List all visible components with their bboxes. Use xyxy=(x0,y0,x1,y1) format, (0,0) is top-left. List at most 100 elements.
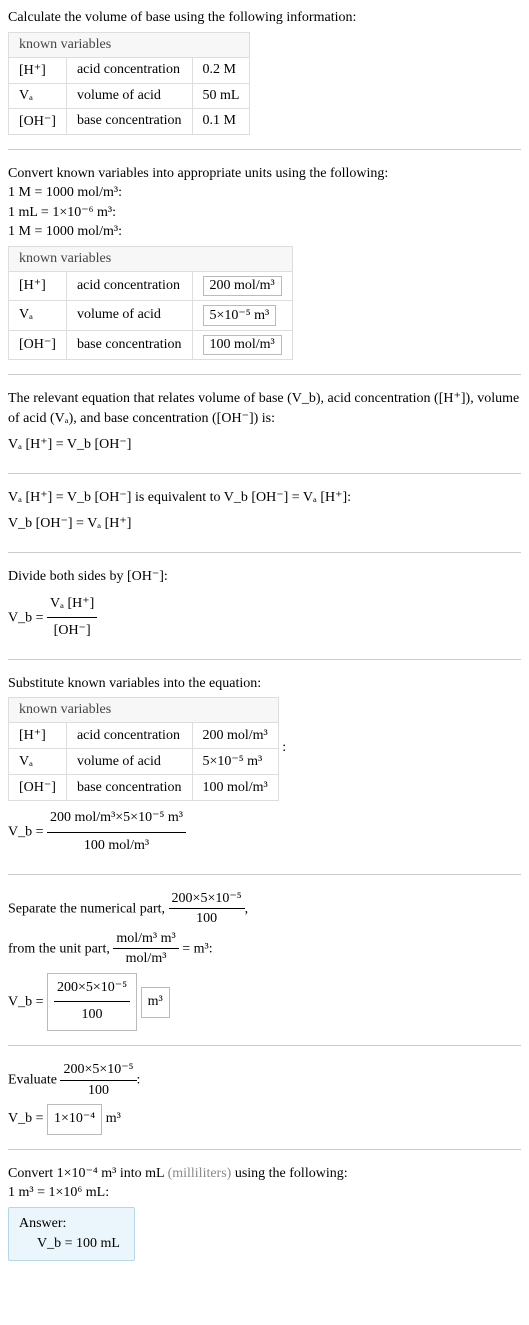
evaluate-eq: V_b = 1×10⁻⁴ m³ xyxy=(8,1104,521,1135)
fraction: 200×5×10⁻⁵100 xyxy=(54,975,130,1029)
table-row: [OH⁻] base concentration 100 mol/m³ xyxy=(9,775,279,801)
table-row: [H⁺] acid concentration 200 mol/m³ xyxy=(9,271,293,300)
boxed-value: 1×10⁻⁴ xyxy=(47,1104,102,1135)
sep-text-1: Separate the numerical part, xyxy=(8,901,169,916)
val-cell: 5×10⁻⁵ m³ xyxy=(192,749,278,775)
equiv-eq: V_b [OH⁻] = Vₐ [H⁺] xyxy=(8,511,521,538)
fraction: 200×5×10⁻⁵100 xyxy=(169,889,245,929)
conv-final-1b: (milliliters) xyxy=(168,1166,232,1181)
sym-cell: [H⁺] xyxy=(9,271,67,300)
val-cell: 200 mol/m³ xyxy=(192,723,278,749)
sym-cell: [OH⁻] xyxy=(9,108,67,134)
denominator: 100 xyxy=(54,1002,130,1029)
final-convert-text: Convert 1×10⁻⁴ m³ into mL (milliliters) … xyxy=(8,1164,521,1184)
fraction: 200 mol/m³×5×10⁻⁵ m³100 mol/m³ xyxy=(47,805,186,859)
desc-cell: acid concentration xyxy=(66,723,192,749)
boxed-fraction: 200×5×10⁻⁵100 xyxy=(47,973,137,1031)
table-header: known variables xyxy=(9,246,293,271)
eq-unit: m³ xyxy=(102,1111,121,1126)
sym-cell: [H⁺] xyxy=(9,723,67,749)
eq-lhs: V_b = xyxy=(8,994,47,1009)
numerator: Vₐ [H⁺] xyxy=(47,591,97,619)
final-convert-line: 1 m³ = 1×10⁶ mL: xyxy=(8,1183,521,1203)
desc-cell: base concentration xyxy=(66,108,192,134)
separate-text: Separate the numerical part, 200×5×10⁻⁵1… xyxy=(8,889,521,969)
numerator: mol/m³ m³ xyxy=(113,929,178,950)
val-cell: 50 mL xyxy=(192,83,250,108)
val-cell: 0.1 M xyxy=(192,108,250,134)
conv-line: 1 mL = 1×10⁻⁶ m³: xyxy=(8,203,521,223)
unit-eq-text: = m³: xyxy=(179,941,213,956)
relevant-eq: Vₐ [H⁺] = V_b [OH⁻] xyxy=(8,432,521,459)
val-cell: 100 mol/m³ xyxy=(192,775,278,801)
val-cell: 5×10⁻⁵ m³ xyxy=(192,300,292,330)
relevant-eq-text: The relevant equation that relates volum… xyxy=(8,389,521,428)
answer-value: V_b = 100 mL xyxy=(19,1236,120,1252)
desc-cell: base concentration xyxy=(66,330,192,359)
eq-lhs: V_b = xyxy=(8,610,47,625)
desc-cell: volume of acid xyxy=(66,83,192,108)
table-row: [H⁺] acid concentration 0.2 M xyxy=(9,57,250,83)
numerator: 200×5×10⁻⁵ xyxy=(169,889,245,910)
known-vars-table-1: known variables [H⁺] acid concentration … xyxy=(8,32,250,135)
answer-label: Answer: xyxy=(19,1216,120,1232)
val-cell: 200 mol/m³ xyxy=(192,271,292,300)
table-row: Vₐ volume of acid 50 mL xyxy=(9,83,250,108)
conv-final-1: Convert 1×10⁻⁴ m³ into mL xyxy=(8,1166,168,1181)
sym-cell: Vₐ xyxy=(9,83,67,108)
conv-line: 1 M = 1000 mol/m³: xyxy=(8,222,521,242)
sym-cell: [OH⁻] xyxy=(9,330,67,359)
table-row: Vₐ volume of acid 5×10⁻⁵ m³ xyxy=(9,300,293,330)
table-row: [OH⁻] base concentration 100 mol/m³ xyxy=(9,330,293,359)
table-row: [H⁺] acid concentration 200 mol/m³ xyxy=(9,723,279,749)
fraction: Vₐ [H⁺][OH⁻] xyxy=(47,591,97,645)
sym-cell: [OH⁻] xyxy=(9,775,67,801)
known-vars-table-2: known variables [H⁺] acid concentration … xyxy=(8,246,293,360)
denominator: 100 mol/m³ xyxy=(47,833,186,860)
evaluate-text: Evaluate 200×5×10⁻⁵100: xyxy=(8,1060,521,1100)
boxed-value: 5×10⁻⁵ m³ xyxy=(203,305,277,326)
substitute-eq: V_b = 200 mol/m³×5×10⁻⁵ m³100 mol/m³ xyxy=(8,805,521,859)
sep-text-2: from the unit part, xyxy=(8,941,113,956)
sym-cell: Vₐ xyxy=(9,300,67,330)
substitute-text: Substitute known variables into the equa… xyxy=(8,674,521,694)
eq-lhs: V_b = xyxy=(8,825,47,840)
fraction: mol/m³ m³mol/m³ xyxy=(113,929,178,969)
eq-lhs: V_b = xyxy=(8,1111,47,1126)
comma: , xyxy=(245,901,249,916)
val-cell: 0.2 M xyxy=(192,57,250,83)
denominator: mol/m³ xyxy=(113,949,178,969)
equiv-text: Vₐ [H⁺] = V_b [OH⁻] is equivalent to V_b… xyxy=(8,488,521,508)
numerator: 200×5×10⁻⁵ xyxy=(60,1060,136,1081)
divide-text: Divide both sides by [OH⁻]: xyxy=(8,567,521,587)
table-header: known variables xyxy=(9,698,279,723)
numerator: 200×5×10⁻⁵ xyxy=(54,975,130,1003)
boxed-unit: m³ xyxy=(141,987,170,1018)
numerator: 200 mol/m³×5×10⁻⁵ m³ xyxy=(47,805,186,833)
sym-cell: Vₐ xyxy=(9,749,67,775)
boxed-value: 200 mol/m³ xyxy=(203,276,282,296)
trailing-colon: : xyxy=(282,740,286,755)
table-header: known variables xyxy=(9,32,250,57)
divide-eq: V_b = Vₐ [H⁺][OH⁻] xyxy=(8,591,521,645)
known-vars-table-3: known variables [H⁺] acid concentration … xyxy=(8,697,279,801)
denominator: [OH⁻] xyxy=(47,618,97,645)
desc-cell: base concentration xyxy=(66,775,192,801)
denominator: 100 xyxy=(169,909,245,929)
boxed-value: 100 mol/m³ xyxy=(203,335,282,355)
intro-text: Calculate the volume of base using the f… xyxy=(8,8,521,28)
eval-colon: : xyxy=(137,1072,141,1087)
table-row: Vₐ volume of acid 5×10⁻⁵ m³ xyxy=(9,749,279,775)
convert-intro: Convert known variables into appropriate… xyxy=(8,164,521,184)
desc-cell: acid concentration xyxy=(66,271,192,300)
separate-eq: V_b = 200×5×10⁻⁵100 m³ xyxy=(8,973,521,1031)
sym-cell: [H⁺] xyxy=(9,57,67,83)
desc-cell: acid concentration xyxy=(66,57,192,83)
desc-cell: volume of acid xyxy=(66,749,192,775)
conv-line: 1 M = 1000 mol/m³: xyxy=(8,183,521,203)
conv-final-1c: using the following: xyxy=(231,1166,347,1181)
fraction: 200×5×10⁻⁵100 xyxy=(60,1060,136,1100)
answer-box: Answer: V_b = 100 mL xyxy=(8,1207,135,1261)
eval-text: Evaluate xyxy=(8,1072,60,1087)
val-cell: 100 mol/m³ xyxy=(192,330,292,359)
